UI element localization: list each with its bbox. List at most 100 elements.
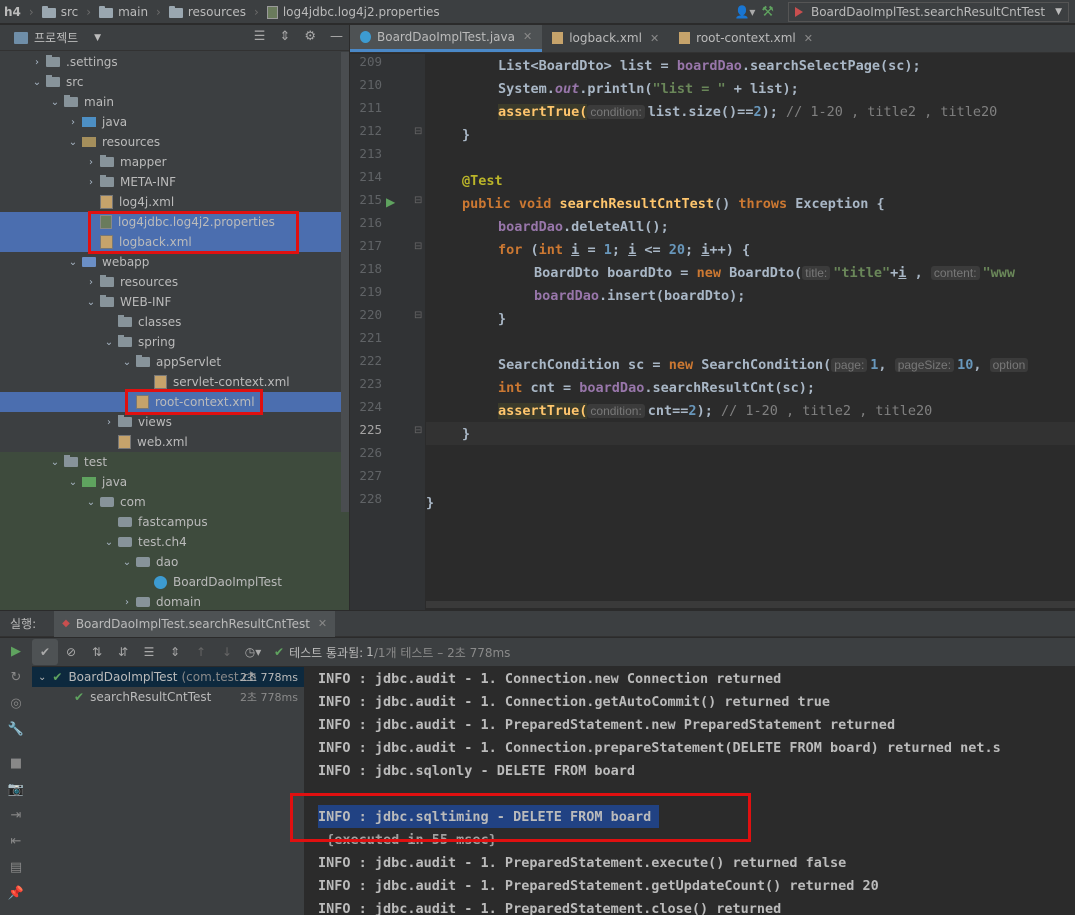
tree-item[interactable]: › domain xyxy=(0,592,349,610)
breadcrumb-main[interactable]: main xyxy=(95,0,152,24)
tree-item[interactable]: log4j.xml xyxy=(0,192,349,212)
chevron-down-icon[interactable]: ⌄ xyxy=(84,297,98,308)
tree-item[interactable]: ⌄ appServlet xyxy=(0,352,349,372)
chevron-right-icon[interactable]: › xyxy=(120,597,134,608)
chevron-down-icon[interactable]: ⌄ xyxy=(84,497,98,508)
chevron-down-icon[interactable]: ⌄ xyxy=(48,97,62,108)
close-icon[interactable]: ✕ xyxy=(318,617,327,630)
tree-item[interactable]: logback.xml xyxy=(0,232,349,252)
hammer-build-icon[interactable]: ⚒ xyxy=(761,4,774,20)
tree-item[interactable]: ⌄ test.ch4 xyxy=(0,532,349,552)
tree-item[interactable]: › mapper xyxy=(0,152,349,172)
layout-icon[interactable]: ▤ xyxy=(0,854,32,880)
fold-marker-icon[interactable]: ⊟ xyxy=(414,241,422,252)
close-icon[interactable]: ✕ xyxy=(804,32,813,45)
tree-item-label: classes xyxy=(138,315,182,329)
export-icon[interactable]: ⇥ xyxy=(0,802,32,828)
breadcrumb-resources[interactable]: resources xyxy=(165,0,250,24)
tree-item[interactable]: root-context.xml xyxy=(0,392,349,412)
tree-item[interactable]: ⌄ spring xyxy=(0,332,349,352)
close-icon[interactable]: ✕ xyxy=(650,32,659,45)
wrench-icon[interactable]: 🔧 xyxy=(0,716,32,742)
tree-item[interactable]: classes xyxy=(0,312,349,332)
user-icon[interactable]: 👤▾ xyxy=(734,5,755,19)
fold-marker-icon[interactable]: ⊟ xyxy=(414,195,422,206)
sort-alpha-icon[interactable]: ⇅ xyxy=(84,639,110,665)
xml-file-icon xyxy=(118,435,131,449)
previous-failed-icon[interactable]: ↑ xyxy=(188,639,214,665)
chevron-down-icon[interactable]: ⌄ xyxy=(66,257,80,268)
tree-item[interactable]: ⌄ src xyxy=(0,72,349,92)
chevron-right-icon[interactable]: › xyxy=(84,177,98,188)
toggle-auto-test-icon[interactable]: ◎ xyxy=(0,690,32,716)
chevron-down-icon[interactable]: ⌄ xyxy=(66,137,80,148)
tree-item[interactable]: ⌄ test xyxy=(0,452,349,472)
tree-item[interactable]: › views xyxy=(0,412,349,432)
chevron-right-icon[interactable]: › xyxy=(30,57,44,68)
fold-marker-icon[interactable]: ⊟ xyxy=(414,425,422,436)
breadcrumb-src[interactable]: src xyxy=(38,0,83,24)
tree-item[interactable]: fastcampus xyxy=(0,512,349,532)
tree-item[interactable]: › .settings xyxy=(0,52,349,72)
next-failed-icon[interactable]: ↓ xyxy=(214,639,240,665)
breadcrumb-project[interactable]: h4 xyxy=(0,0,25,24)
chevron-right-icon[interactable]: › xyxy=(102,417,116,428)
breadcrumb-file[interactable]: log4jdbc.log4j2.properties xyxy=(263,0,444,24)
tab-logback[interactable]: logback.xml ✕ xyxy=(542,25,669,52)
show-ignored-icon[interactable]: ⊘ xyxy=(58,639,84,665)
tree-item[interactable]: ⌄ resources xyxy=(0,132,349,152)
chevron-down-icon[interactable]: ⌄ xyxy=(66,477,80,488)
pin-icon[interactable]: 📌 xyxy=(0,880,32,906)
editor-horizontal-scrollbar[interactable] xyxy=(426,601,1075,608)
tree-item[interactable]: servlet-context.xml xyxy=(0,372,349,392)
close-icon[interactable]: ✕ xyxy=(523,30,532,43)
tree-item[interactable]: log4jdbc.log4j2.properties xyxy=(0,212,349,232)
expand-all-icon[interactable]: ☰ xyxy=(254,29,266,44)
stop-icon[interactable]: ■ xyxy=(0,750,32,776)
tab-boarddaoimpltest[interactable]: BoardDaoImplTest.java ✕ xyxy=(350,25,543,52)
tree-item[interactable]: ⌄ WEB-INF xyxy=(0,292,349,312)
history-icon[interactable]: ◷▾ xyxy=(240,639,266,665)
console-output[interactable]: INFO : jdbc.audit - 1. Connection.new Co… xyxy=(305,667,1075,915)
fold-marker-icon[interactable]: ⊟ xyxy=(414,310,422,321)
chevron-down-icon[interactable]: ⌄ xyxy=(120,357,134,368)
chevron-down-icon[interactable]: ⌄ xyxy=(30,77,44,88)
tree-item[interactable]: BoardDaoImplTest xyxy=(0,572,349,592)
chevron-down-icon[interactable]: ⌄ xyxy=(48,457,62,468)
run-tab[interactable]: ◆ BoardDaoImplTest.searchResultCntTest ✕ xyxy=(54,610,336,637)
fold-marker-icon[interactable]: ⊟ xyxy=(414,126,422,137)
chevron-down-icon[interactable]: ⌄ xyxy=(102,337,116,348)
sort-duration-icon[interactable]: ⇵ xyxy=(110,639,136,665)
tree-scrollbar[interactable] xyxy=(341,52,349,512)
test-suite-row[interactable]: ⌄ ✔ BoardDaoImplTest (com.test.ch 2초 778… xyxy=(32,667,304,687)
chevron-down-icon[interactable]: ⌄ xyxy=(120,557,134,568)
tree-item[interactable]: ⌄ java xyxy=(0,472,349,492)
chevron-right-icon[interactable]: › xyxy=(66,117,80,128)
tree-item[interactable]: ⌄ webapp xyxy=(0,252,349,272)
tree-item[interactable]: › META-INF xyxy=(0,172,349,192)
collapse-all-icon[interactable]: ⇕ xyxy=(279,29,290,44)
run-configuration-select[interactable]: BoardDaoImplTest.searchResultCntTest ▼ xyxy=(787,2,1069,22)
rerun-failed-icon[interactable]: ↻ xyxy=(0,664,32,690)
minimize-icon[interactable]: — xyxy=(330,29,343,44)
gear-icon[interactable]: ⚙ xyxy=(304,29,316,44)
chevron-right-icon[interactable]: › xyxy=(84,157,98,168)
import-icon[interactable]: ⇤ xyxy=(0,828,32,854)
show-passed-icon[interactable]: ✔ xyxy=(32,639,58,665)
tree-item[interactable]: ⌄ main xyxy=(0,92,349,112)
rerun-icon[interactable]: ▶ xyxy=(0,638,32,664)
tree-item[interactable]: web.xml xyxy=(0,432,349,452)
expand-all-icon[interactable]: ☰ xyxy=(136,639,162,665)
tree-item[interactable]: › resources xyxy=(0,272,349,292)
tab-root-context[interactable]: root-context.xml ✕ xyxy=(669,25,823,52)
chevron-down-icon[interactable]: ⌄ xyxy=(102,537,116,548)
run-test-gutter-icon[interactable]: ▶ xyxy=(386,195,395,209)
tree-item[interactable]: › java xyxy=(0,112,349,132)
chevron-right-icon[interactable]: › xyxy=(84,277,98,288)
test-case-row[interactable]: ✔ searchResultCntTest 2초 778ms xyxy=(32,687,304,707)
tree-item[interactable]: ⌄ com xyxy=(0,492,349,512)
collapse-all-icon[interactable]: ⇕ xyxy=(162,639,188,665)
project-view-dropdown[interactable]: 프로젝트 ▼ xyxy=(14,29,101,46)
tree-item[interactable]: ⌄ dao xyxy=(0,552,349,572)
camera-icon[interactable]: 📷 xyxy=(0,776,32,802)
